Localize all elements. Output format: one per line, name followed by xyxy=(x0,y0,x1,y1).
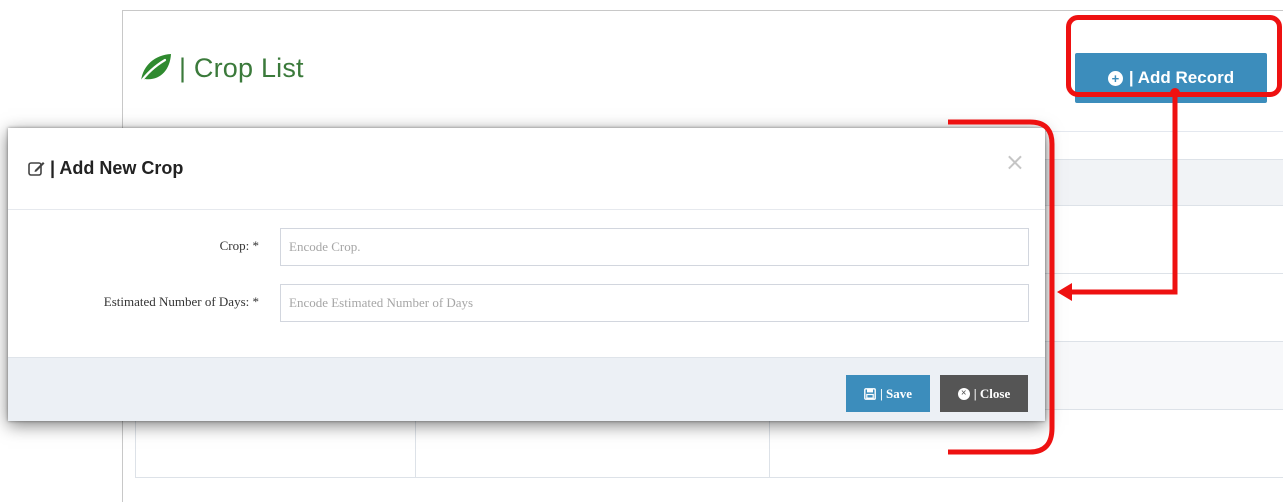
save-label: | Save xyxy=(879,385,913,401)
page-header: | Crop List xyxy=(137,51,304,85)
close-icon[interactable]: × xyxy=(1005,150,1025,174)
close-button[interactable]: × | Close xyxy=(940,375,1028,412)
floppy-disk-icon xyxy=(864,387,876,400)
edit-icon xyxy=(28,162,45,176)
circle-plus-icon: + xyxy=(1107,70,1123,86)
days-field-row: Estimated Number of Days: * xyxy=(8,284,1045,322)
add-record-label: | Add Record xyxy=(1128,68,1235,87)
estimated-days-input[interactable] xyxy=(280,284,1029,322)
close-label: | Close xyxy=(973,385,1011,401)
add-crop-modal: | Add New Crop × Crop: * Estimated Numbe… xyxy=(8,128,1045,421)
crop-input[interactable] xyxy=(280,228,1029,266)
page-title: | Crop List xyxy=(179,52,304,83)
modal-footer: | Save × | Close xyxy=(8,357,1045,421)
crop-label: Crop: * xyxy=(219,238,259,253)
modal-header: | Add New Crop × xyxy=(8,128,1045,210)
estimated-days-label: Estimated Number of Days: * xyxy=(103,294,259,309)
add-record-button[interactable]: + | Add Record xyxy=(1075,53,1267,103)
save-button[interactable]: | Save xyxy=(846,375,930,412)
leaf-icon xyxy=(138,54,171,85)
crop-field-row: Crop: * xyxy=(8,228,1045,266)
circle-x-icon: × xyxy=(957,387,970,400)
modal-title-text: | Add New Crop xyxy=(50,158,184,178)
modal-title: | Add New Crop xyxy=(28,158,183,179)
